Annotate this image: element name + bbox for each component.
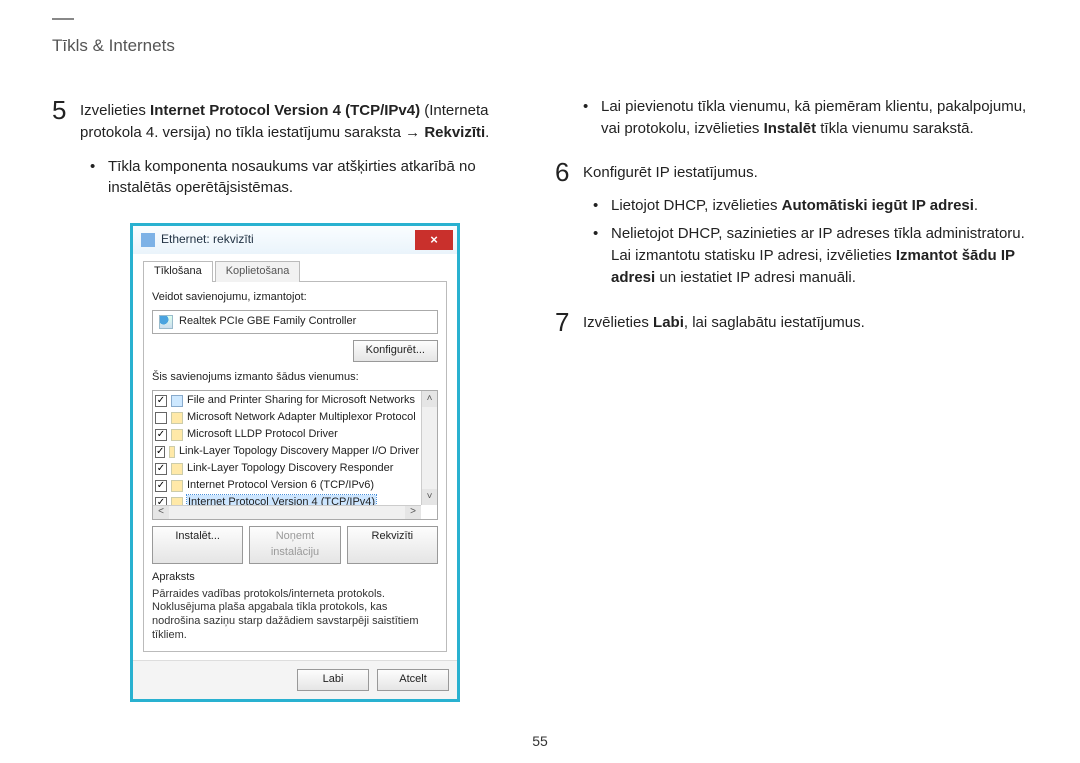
- step7-b: , lai saglabātu iestatījumus.: [684, 314, 865, 331]
- network-service-icon: [171, 395, 183, 407]
- adapter-box[interactable]: Realtek PCIe GBE Family Controller: [152, 310, 438, 334]
- dialog-title: Ethernet: rekvizīti: [161, 231, 415, 248]
- list-item[interactable]: Microsoft Network Adapter Multiplexor Pr…: [155, 410, 419, 427]
- protocol-icon: [171, 463, 183, 475]
- uninstall-button: Noņemt instalāciju: [249, 526, 340, 564]
- step5-bold-2: Rekvizīti: [424, 124, 485, 141]
- section-title: Tīkls & Internets: [52, 36, 1028, 56]
- properties-button[interactable]: Rekvizīti: [347, 526, 438, 564]
- scroll-left-icon[interactable]: <: [153, 506, 169, 519]
- cancel-button[interactable]: Atcelt: [377, 669, 449, 691]
- protocol-icon: [171, 497, 183, 505]
- list-item-label: File and Printer Sharing for Microsoft N…: [187, 393, 415, 409]
- list-item[interactable]: ✓ Microsoft LLDP Protocol Driver: [155, 427, 419, 444]
- dialog-titlebar[interactable]: Ethernet: rekvizīti ×: [133, 226, 457, 254]
- step5-bold-1: Internet Protocol Version 4 (TCP/IPv4): [150, 102, 420, 119]
- tab-sharing[interactable]: Koplietošana: [215, 261, 301, 282]
- step7-a: Izvēlieties: [583, 314, 653, 331]
- close-button[interactable]: ×: [415, 230, 453, 250]
- protocol-icon: [171, 429, 183, 441]
- step-6: 6 Konfigurēt IP iestatījumus. • Lietojot…: [555, 158, 1028, 295]
- step-number-6: 6: [555, 158, 583, 187]
- list-item[interactable]: ✓ Internet Protocol Version 4 (TCP/IPv4): [155, 495, 419, 505]
- header-rule: [52, 18, 74, 20]
- list-item[interactable]: ✓ Internet Protocol Version 6 (TCP/IPv6): [155, 478, 419, 495]
- step-7: 7 Izvēlieties Labi, lai saglabātu iestat…: [555, 308, 1028, 337]
- list-item-label: Link-Layer Topology Discovery Responder: [187, 461, 393, 477]
- bullet-dot: •: [90, 156, 108, 200]
- list-item[interactable]: ✓ Link-Layer Topology Discovery Responder: [155, 461, 419, 478]
- right-top-bullet-b: tīkla vienumu sarakstā.: [816, 120, 974, 137]
- step5-text-a: Izvelieties: [80, 102, 150, 119]
- description-text: Pārraides vadības protokols/interneta pr…: [152, 588, 438, 643]
- scroll-right-icon[interactable]: >: [405, 506, 421, 519]
- items-listbox[interactable]: ✓ File and Printer Sharing for Microsoft …: [152, 390, 438, 520]
- list-item-label: Link-Layer Topology Discovery Mapper I/O…: [179, 444, 419, 460]
- list-item[interactable]: ✓ File and Printer Sharing for Microsoft …: [155, 393, 419, 410]
- list-item[interactable]: ✓ Link-Layer Topology Discovery Mapper I/…: [155, 444, 419, 461]
- checkbox[interactable]: ✓: [155, 480, 167, 492]
- checkbox[interactable]: [155, 412, 167, 424]
- list-item-label: Internet Protocol Version 6 (TCP/IPv6): [187, 478, 374, 494]
- vertical-scrollbar[interactable]: ˄ ˅: [421, 391, 437, 505]
- checkbox[interactable]: ✓: [155, 497, 167, 505]
- step6-b1-a: Lietojot DHCP, izvēlieties: [611, 197, 782, 214]
- scroll-down-icon[interactable]: ˅: [422, 489, 437, 505]
- bullet-dot: •: [593, 223, 611, 288]
- bullet-dot: •: [593, 195, 611, 217]
- checkbox[interactable]: ✓: [155, 446, 165, 458]
- left-column: 5 Izvelieties Internet Protocol Version …: [52, 96, 525, 702]
- ok-button[interactable]: Labi: [297, 669, 369, 691]
- description-label: Apraksts: [152, 570, 438, 586]
- adapter-name: Realtek PCIe GBE Family Controller: [179, 314, 356, 330]
- tab-networking[interactable]: Tīklošana: [143, 261, 213, 282]
- step-number-7: 7: [555, 308, 583, 337]
- list-item-label: Internet Protocol Version 4 (TCP/IPv4): [187, 495, 376, 504]
- step6-b1-b: .: [974, 197, 978, 214]
- protocol-icon: [171, 480, 183, 492]
- configure-button[interactable]: Konfigurēt...: [353, 340, 438, 362]
- page-number: 55: [0, 733, 1080, 749]
- step-number-5: 5: [52, 96, 80, 125]
- adapter-icon: [159, 315, 173, 329]
- step6-b1-bold: Automātiski iegūt IP adresi: [782, 197, 974, 214]
- dialog-title-icon: [141, 233, 155, 247]
- step5-bullet-1: Tīkla komponenta nosaukums var atšķirtie…: [108, 156, 525, 200]
- connect-using-label: Veidot savienojumu, izmantojot:: [152, 290, 438, 306]
- step7-bold: Labi: [653, 314, 684, 331]
- horizontal-scrollbar[interactable]: < >: [153, 505, 421, 519]
- scroll-up-icon[interactable]: ˄: [422, 391, 437, 407]
- install-button[interactable]: Instalēt...: [152, 526, 243, 564]
- step-5: 5 Izvelieties Internet Protocol Version …: [52, 96, 525, 205]
- step5-text-c: .: [485, 124, 489, 141]
- step6-b2-b: un iestatiet IP adresi manuāli.: [655, 269, 856, 286]
- items-label: Šis savienojums izmanto šādus vienumus:: [152, 370, 438, 386]
- step6-text: Konfigurēt IP iestatījumus.: [583, 164, 758, 181]
- checkbox[interactable]: ✓: [155, 463, 167, 475]
- list-item-label: Microsoft Network Adapter Multiplexor Pr…: [187, 410, 416, 426]
- checkbox[interactable]: ✓: [155, 429, 167, 441]
- protocol-icon: [171, 412, 183, 424]
- ethernet-properties-dialog: Ethernet: rekvizīti × Tīklošana Koplieto…: [130, 223, 460, 702]
- protocol-icon: [169, 446, 175, 458]
- right-column: • Lai pievienotu tīkla vienumu, kā piemē…: [555, 96, 1028, 702]
- checkbox[interactable]: ✓: [155, 395, 167, 407]
- right-top-bullet-bold: Instalēt: [764, 120, 817, 137]
- bullet-dot: •: [583, 96, 601, 140]
- list-item-label: Microsoft LLDP Protocol Driver: [187, 427, 338, 443]
